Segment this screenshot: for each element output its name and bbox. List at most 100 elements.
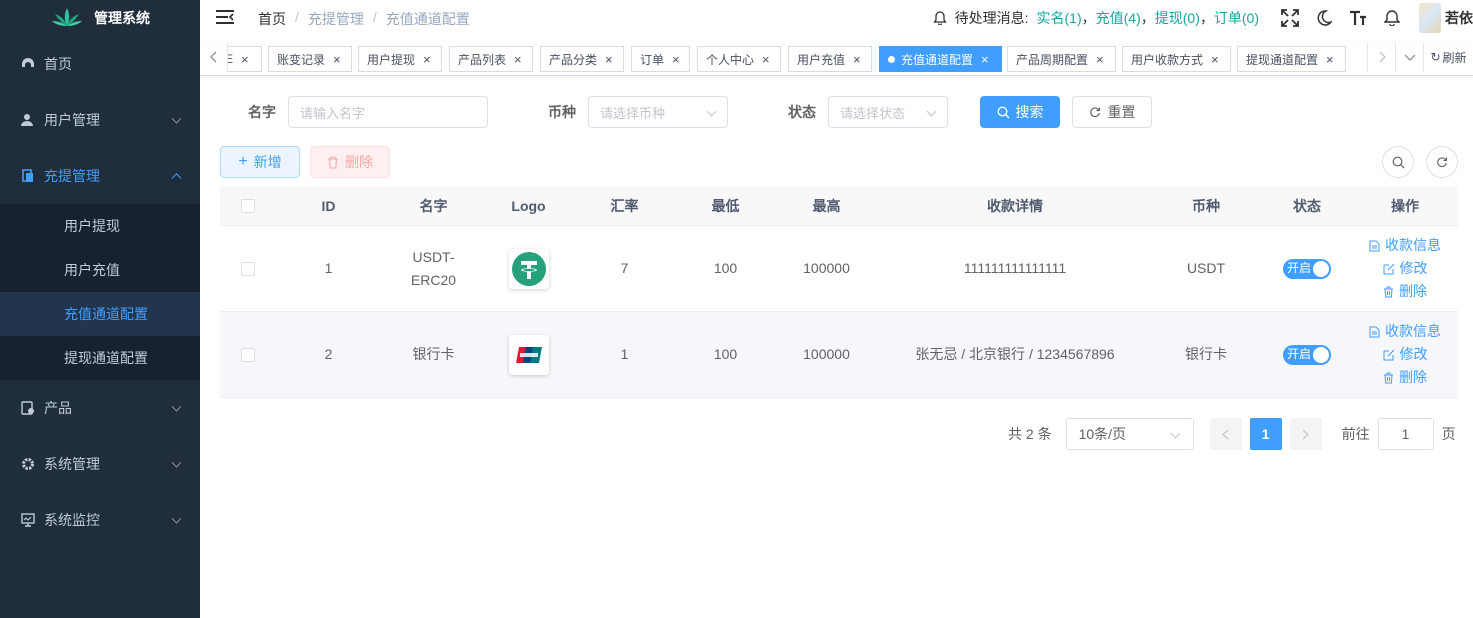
edit-button[interactable]: 修改 [1383,257,1428,280]
tags-scroll-left[interactable] [200,42,228,72]
tags-scroll-right[interactable] [1367,42,1395,72]
fullscreen-icon[interactable] [1280,8,1300,28]
refresh-table-button[interactable] [1426,146,1458,178]
status-select[interactable]: 请选择状态 [828,96,948,128]
tag-item[interactable]: E × [228,46,262,72]
next-page-button[interactable] [1289,418,1322,450]
column-header: 状态 [1293,197,1321,214]
add-button[interactable]: + 新增 [220,146,300,178]
tag-item[interactable]: 提现通道配置 × [1237,46,1346,72]
sidebar-item-system-monitor[interactable]: 系统监控 [0,492,200,548]
tag-label: 用户收款方式 [1131,52,1204,67]
notice-order-link[interactable]: 订单(0) [1214,8,1259,28]
close-icon[interactable]: × [1096,52,1104,67]
avatar[interactable] [1419,3,1441,33]
close-icon[interactable]: × [1326,52,1334,67]
close-icon[interactable]: × [605,52,613,67]
min-cell: 100 [713,260,738,276]
sidebar-item-label: 用户管理 [44,112,100,128]
font-size-icon[interactable] [1348,8,1368,28]
status-switch[interactable]: 开启 [1283,258,1331,279]
sidebar-item-home[interactable]: 首页 [0,36,200,92]
active-dot-icon [888,55,895,63]
delete-row-button[interactable]: 删除 [1383,366,1427,389]
tag-item[interactable]: 个人中心 × [697,46,781,72]
row-checkbox[interactable] [241,347,255,362]
delete-button[interactable]: 删除 [310,146,390,178]
notice-withdraw-link[interactable]: 提现(0) [1155,8,1200,28]
sidebar-item-recharge-channel[interactable]: 充值通道配置 [0,292,200,336]
goto-page-input[interactable]: 1 [1377,418,1434,450]
bell-icon[interactable] [1382,8,1402,28]
payment-info-button[interactable]: 收款信息 [1369,320,1441,343]
close-icon[interactable]: × [423,52,431,67]
max-cell: 100000 [803,260,850,276]
tag-item[interactable]: 用户充值 × [788,46,872,72]
prev-page-button[interactable] [1209,418,1242,450]
payment-info-button[interactable]: 收款信息 [1369,234,1441,257]
refresh-icon: ↻ [1430,50,1441,64]
chevron-down-icon [171,401,182,412]
chevron-down-icon [1404,54,1415,61]
moon-icon[interactable] [1314,8,1334,28]
close-icon[interactable]: × [514,52,522,67]
page-number-current[interactable]: 1 [1249,418,1282,450]
tags-refresh-button[interactable]: ↻ 刷新 [1423,42,1473,72]
select-all-cell [220,198,276,213]
tag-item[interactable]: 账变记录 × [268,46,352,72]
close-icon[interactable]: × [241,52,249,67]
close-icon[interactable]: × [981,52,989,67]
navbar: 首页 / 充提管理 / 充值通道配置 待处理消息: 实名(1)， 充值(4)， … [200,0,1473,36]
table-header: ID 名字 Logo 汇率 最低 最高 收款详情 币种 状态 操作 [220,186,1458,226]
edit-button[interactable]: 修改 [1383,343,1428,366]
search-button[interactable]: 搜索 [980,96,1060,128]
name-input[interactable]: 请输入名字 [288,96,488,128]
plus-icon: + [238,153,248,170]
document-icon [1369,240,1380,251]
tag-item[interactable]: 产品分类 × [540,46,624,72]
username[interactable]: 若依 [1445,8,1473,28]
pagination: 共 2 条 10条/页 1 前往 1 页 [1008,418,1456,450]
breadcrumb-recharge-withdraw[interactable]: 充提管理 [308,9,364,29]
select-all-checkbox[interactable] [241,198,255,213]
sidebar-item-user-withdraw[interactable]: 用户提现 [0,204,200,248]
name-cell: 银行卡 [381,343,486,366]
sidebar-item-product[interactable]: 产品 [0,380,200,436]
tag-label: 用户充值 [797,52,846,67]
tag-item[interactable]: 产品列表 × [449,46,533,72]
sidebar-item-withdraw-channel[interactable]: 提现通道配置 [0,336,200,380]
name-placeholder: 请输入名字 [300,105,366,121]
sidebar-item-user-management[interactable]: 用户管理 [0,92,200,148]
tag-item-active[interactable]: 充值通道配置 × [879,46,1002,72]
close-icon[interactable]: × [762,52,770,67]
sidebar-item-user-recharge[interactable]: 用户充值 [0,248,200,292]
close-icon[interactable]: × [672,52,680,67]
breadcrumb-home[interactable]: 首页 [258,9,286,29]
tags-dropdown[interactable] [1395,42,1423,72]
close-icon[interactable]: × [333,52,341,67]
delete-row-button[interactable]: 删除 [1383,280,1427,303]
tag-item[interactable]: 订单 × [631,46,690,72]
notice-realname-link[interactable]: 实名(1) [1037,8,1082,28]
tag-item[interactable]: 用户提现 × [358,46,442,72]
sidebar-item-recharge-withdraw[interactable]: 充提管理 [0,148,200,204]
tag-item[interactable]: 产品周期配置 × [1007,46,1116,72]
status-switch[interactable]: 开启 [1283,344,1331,365]
row-checkbox[interactable] [241,261,255,276]
reset-button[interactable]: 重置 [1072,96,1152,128]
toggle-search-button[interactable] [1382,146,1414,178]
close-icon[interactable]: × [853,52,861,67]
close-icon[interactable]: × [1211,52,1219,67]
column-header: 名字 [419,197,448,214]
sidebar-item-system-management[interactable]: 系统管理 [0,436,200,492]
select-cell [220,261,276,276]
page-size-select[interactable]: 10条/页 [1065,418,1194,450]
notice-recharge-link[interactable]: 充值(4) [1096,8,1141,28]
tag-item[interactable]: 用户收款方式 × [1122,46,1231,72]
hamburger-icon[interactable] [216,9,234,25]
bell-icon [932,11,947,25]
op-label: 删除 [1399,283,1427,299]
currency-select[interactable]: 请选择币种 [588,96,728,128]
column-header: Logo [511,197,546,214]
sidebar-item-label: 系统管理 [44,456,100,472]
